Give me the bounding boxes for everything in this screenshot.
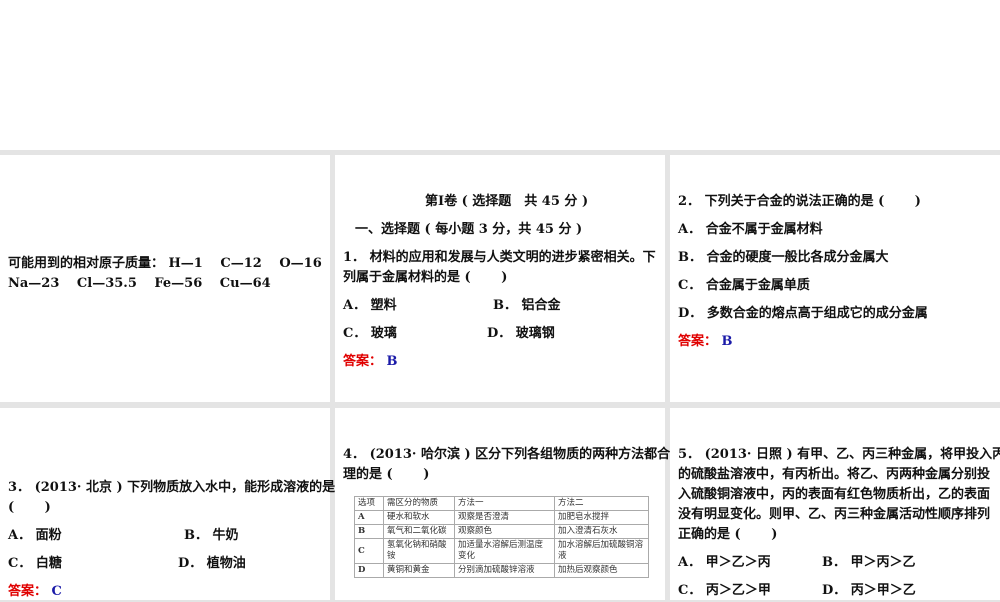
question-text: 4． (2013· 哈尔滨 ) 区分下列各组物质的两种方法都合	[343, 447, 671, 462]
table-row: D 黄铜和黄金 分别滴加硫酸锌溶液 加热后观察颜色	[354, 563, 649, 578]
question-text: ( )	[8, 500, 51, 515]
cell: B	[354, 524, 384, 539]
cell: 观察颜色	[454, 524, 555, 539]
slide-question-3[interactable]: 3． (2013· 北京 ) 下列物质放入水中，能形成溶液的是 ( ) A． 面…	[0, 408, 335, 602]
option-c: C． 白糖	[8, 556, 62, 571]
atomic-mass-line-2: Na—23 Cl—35.5 Fe—56 Cu—64	[8, 276, 271, 291]
cell: 加适量水溶解后测温度变化	[454, 538, 555, 564]
answer-value: C	[51, 584, 62, 599]
cell: C	[354, 538, 384, 564]
cell: 黄铜和黄金	[383, 563, 455, 578]
cell: 分别滴加硫酸锌溶液	[454, 563, 555, 578]
section-title: 第Ⅰ卷 ( 选择题 共 45 分 )	[425, 194, 589, 209]
cell: 氧气和二氧化碳	[383, 524, 455, 539]
option-c: C． 合金属于金属单质	[678, 278, 810, 293]
question-text: 的硫酸盐溶液中，有丙析出。将乙、丙两种金属分别投	[678, 467, 991, 482]
header-cell: 方法一	[454, 496, 555, 511]
cell: 氢氧化钠和硝酸铵	[383, 538, 455, 564]
answer: 答案： C	[8, 582, 62, 602]
atomic-mass-line-1: 可能用到的相对原子质量： H—1 C—12 O—16	[8, 256, 322, 271]
question-text: 没有明显变化。则甲、乙、丙三种金属活动性顺序排列	[678, 507, 991, 522]
option-d: D． 玻璃钢	[487, 326, 555, 341]
question-text: 1． 材料的应用和发展与人类文明的进步紧密相关。下	[343, 250, 656, 265]
table-row: C 氢氧化钠和硝酸铵 加适量水溶解后测温度变化 加水溶解后加硫酸铜溶液	[354, 538, 649, 564]
answer-label: 答案：	[343, 354, 383, 369]
table-row: B 氧气和二氧化碳 观察颜色 加入澄清石灰水	[354, 524, 649, 539]
slide-atomic-masses[interactable]: 可能用到的相对原子质量： H—1 C—12 O—16 Na—23 Cl—35.5…	[0, 155, 330, 402]
header-cell: 方法二	[554, 496, 649, 511]
question-text: 5． (2013· 日照 ) 有甲、乙、丙三种金属，将甲投入丙	[678, 447, 1000, 462]
option-b: B． 牛奶	[184, 528, 239, 543]
answer: 答案： B	[678, 332, 733, 352]
question-text: 正确的是 ( )	[678, 527, 778, 542]
answer-value: B	[721, 334, 733, 349]
cell: 加入澄清石灰水	[554, 524, 649, 539]
table-row: A 硬水和软水 观察是否澄清 加肥皂水搅拌	[354, 510, 649, 525]
option-a: A． 面粉	[8, 528, 62, 543]
cell: 观察是否澄清	[454, 510, 555, 525]
cell: A	[354, 510, 384, 525]
header-cell: 选项	[354, 496, 384, 511]
methods-table: 选项 需区分的物质 方法一 方法二 A 硬水和软水 观察是否澄清 加肥皂水搅拌 B 氧气…	[354, 496, 649, 578]
slide-question-1[interactable]: 第Ⅰ卷 ( 选择题 共 45 分 ) 一、选择题 ( 每小题 3 分，共 45 …	[335, 155, 665, 402]
cell: 硬水和软水	[383, 510, 455, 525]
answer-label: 答案：	[8, 584, 48, 599]
slide-question-4[interactable]: 4． (2013· 哈尔滨 ) 区分下列各组物质的两种方法都合 理的是 ( ) …	[335, 408, 670, 600]
header-cell: 需区分的物质	[383, 496, 455, 511]
question-text: 2． 下列关于合金的说法正确的是 ( )	[678, 194, 921, 209]
answer-label: 答案：	[678, 334, 718, 349]
answer: 答案： B	[343, 352, 398, 372]
table-header-row: 选项 需区分的物质 方法一 方法二	[354, 496, 649, 511]
option-a: A． 塑料	[343, 298, 397, 313]
option-a: A． 甲＞乙＞丙	[678, 555, 771, 570]
question-text: 入硫酸铜溶液中，丙的表面有红色物质析出，乙的表面	[678, 487, 991, 502]
blank-slide-area	[0, 0, 1000, 150]
answer-value: B	[386, 354, 398, 369]
question-text: 列属于金属材料的是 ( )	[343, 270, 508, 285]
option-b: B． 合金的硬度一般比各成分金属大	[678, 250, 889, 265]
cell: D	[354, 563, 384, 578]
option-a: A． 合金不属于金属材料	[678, 222, 823, 237]
option-b: B． 铝合金	[493, 298, 561, 313]
question-text: 3． (2013· 北京 ) 下列物质放入水中，能形成溶液的是	[8, 480, 336, 495]
option-b: B． 甲＞丙＞乙	[822, 555, 916, 570]
slide-question-2[interactable]: 2． 下列关于合金的说法正确的是 ( ) A． 合金不属于金属材料 B． 合金的…	[670, 155, 1000, 402]
section-heading: 一、选择题 ( 每小题 3 分，共 45 分 )	[355, 222, 583, 237]
option-d: D． 植物油	[178, 556, 246, 571]
slide-question-5[interactable]: 5． (2013· 日照 ) 有甲、乙、丙三种金属，将甲投入丙 的硫酸盐溶液中，…	[670, 408, 1000, 600]
option-c: C． 玻璃	[343, 326, 397, 341]
question-text: 理的是 ( )	[343, 467, 430, 482]
cell: 加水溶解后加硫酸铜溶液	[554, 538, 649, 564]
cell: 加热后观察颜色	[554, 563, 649, 578]
option-d: D． 丙＞甲＞乙	[822, 583, 916, 598]
option-c: C． 丙＞乙＞甲	[678, 583, 771, 598]
option-d: D． 多数合金的熔点高于组成它的成分金属	[678, 306, 928, 321]
cell: 加肥皂水搅拌	[554, 510, 649, 525]
